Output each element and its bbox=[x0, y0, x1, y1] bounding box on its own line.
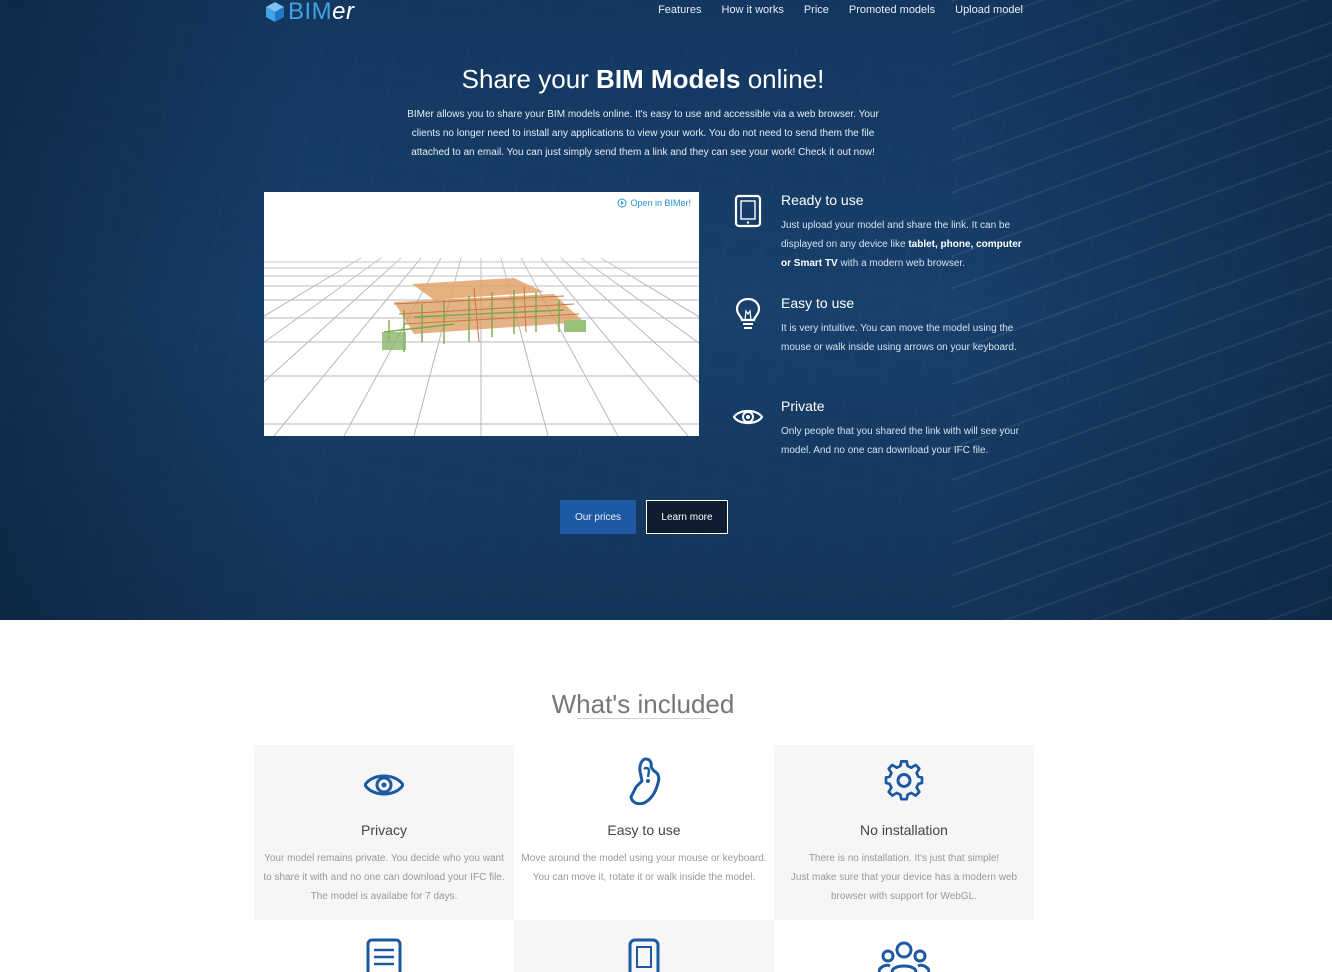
hero-title-pre: Share your bbox=[461, 64, 597, 95]
model-preview-3d[interactable] bbox=[264, 192, 699, 436]
gear-icon bbox=[884, 760, 924, 801]
feature-title: Easy to use bbox=[781, 295, 855, 311]
document-icon bbox=[366, 938, 402, 972]
card-no-installation: No installation There is no installation… bbox=[774, 745, 1034, 920]
lightbulb-icon bbox=[735, 297, 761, 329]
feature-easy-to-use: Easy to use It is very intuitive. You ca… bbox=[733, 295, 1025, 398]
included-section: What's included Privacy Your model remai… bbox=[0, 620, 1332, 972]
open-link-label: Open in BIMer! bbox=[630, 198, 691, 208]
card-devices bbox=[514, 920, 774, 972]
logo-er: er bbox=[332, 0, 355, 25]
feature-list: Ready to use Just upload your model and … bbox=[733, 192, 1025, 460]
included-grid: Privacy Your model remains private. You … bbox=[254, 745, 1034, 972]
section-divider bbox=[577, 718, 711, 719]
open-in-bimer-link[interactable]: Open in BIMer! bbox=[617, 198, 691, 208]
eye-icon bbox=[364, 774, 404, 796]
hero-section: BIMer Features How it works Price Promot… bbox=[0, 0, 1332, 620]
card-text: Your model remains private. You decide w… bbox=[263, 853, 505, 902]
card-title: Privacy bbox=[361, 822, 407, 838]
tablet-icon bbox=[734, 194, 762, 228]
nav-link-how-it-works[interactable]: How it works bbox=[722, 4, 784, 16]
card-sharing bbox=[774, 920, 1034, 972]
nav-link-upload-model[interactable]: Upload model bbox=[955, 4, 1023, 16]
users-icon bbox=[878, 941, 930, 972]
hero-title-post: online! bbox=[740, 64, 825, 95]
hero-title: Share your BIM Models online! bbox=[0, 64, 1286, 95]
feature-title: Ready to use bbox=[781, 192, 864, 208]
cube-logo-icon bbox=[266, 2, 284, 22]
section-title: What's included bbox=[551, 688, 735, 719]
card-title: Easy to use bbox=[607, 822, 681, 838]
top-navigation: BIMer Features How it works Price Promot… bbox=[264, 0, 1023, 26]
card-privacy: Privacy Your model remains private. You … bbox=[254, 745, 514, 920]
feature-text: It is very intuitive. You can move the m… bbox=[781, 323, 1017, 353]
feature-text-post: with a modern web browser. bbox=[837, 258, 965, 269]
feature-title: Private bbox=[781, 398, 825, 414]
nav-menu: Features How it works Price Promoted mod… bbox=[658, 4, 1023, 16]
eye-icon bbox=[733, 409, 763, 425]
phone-icon bbox=[628, 938, 660, 972]
hero-description: BIMer allows you to share your BIM model… bbox=[407, 109, 879, 158]
card-text: There is no installation. It's just that… bbox=[790, 853, 1018, 902]
logo[interactable]: BIMer bbox=[264, 0, 355, 24]
feature-private: Private Only people that you shared the … bbox=[733, 398, 1025, 460]
nav-link-price[interactable]: Price bbox=[804, 4, 829, 16]
card-easy-to-use: Easy to use Move around the model using … bbox=[514, 745, 774, 920]
feature-text: Just upload your model and share the lin… bbox=[781, 216, 1025, 273]
our-prices-button[interactable]: Our prices bbox=[560, 500, 636, 534]
card-text: Move around the model using your mouse o… bbox=[521, 853, 767, 883]
play-circle-icon bbox=[617, 198, 627, 208]
card-documents bbox=[254, 920, 514, 972]
model-viewer[interactable]: Open in BIMer! bbox=[264, 192, 699, 436]
hero-buttons: Our prices Learn more bbox=[560, 500, 728, 534]
logo-bim: BIM bbox=[288, 0, 333, 25]
feature-text: Only people that you shared the link wit… bbox=[781, 426, 1019, 456]
logo-text: BIMer bbox=[288, 0, 355, 24]
pointing-hand-icon bbox=[629, 757, 661, 805]
card-title: No installation bbox=[860, 822, 948, 838]
learn-more-button[interactable]: Learn more bbox=[646, 500, 728, 534]
feature-ready-to-use: Ready to use Just upload your model and … bbox=[733, 192, 1025, 295]
nav-link-features[interactable]: Features bbox=[658, 4, 701, 16]
hero-title-bold: BIM Models bbox=[596, 64, 741, 95]
nav-link-promoted-models[interactable]: Promoted models bbox=[849, 4, 935, 16]
